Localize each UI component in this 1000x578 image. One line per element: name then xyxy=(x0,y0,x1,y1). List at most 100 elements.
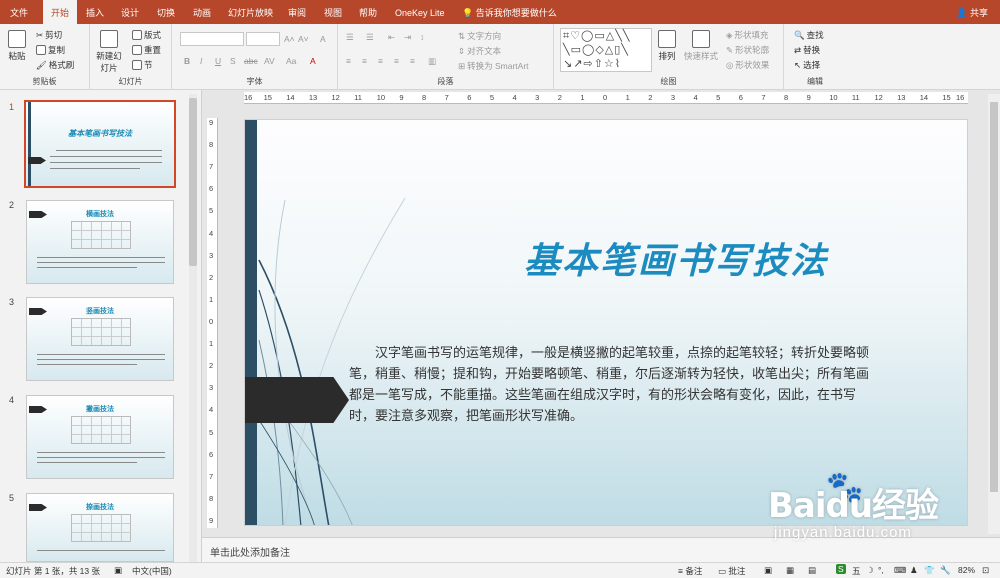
align-right-button[interactable]: ≡ xyxy=(378,56,383,66)
quick-styles-button[interactable]: 快速样式 xyxy=(684,30,718,62)
tab-transitions[interactable]: 切换 xyxy=(157,0,175,24)
paste-button[interactable]: 粘贴 xyxy=(8,30,26,62)
layout-button[interactable]: 版式 xyxy=(132,29,161,41)
strikethrough-button[interactable]: abc xyxy=(244,56,258,66)
tab-animations[interactable]: 动画 xyxy=(193,0,211,24)
slide-sorter-icon[interactable]: ▦ xyxy=(786,565,794,576)
clear-format-button[interactable]: A xyxy=(320,34,326,44)
cut-label: 剪切 xyxy=(45,30,63,40)
horizontal-ruler[interactable]: 16 15 14 13 12 11 10 9 8 7 6 5 4 3 2 1 0 1 2 3 4 5 6 7 8 9 10 11 12 1… xyxy=(244,92,968,104)
bullets-button[interactable]: ☰ xyxy=(346,32,354,43)
ruler-tick-label: 4 xyxy=(693,93,698,102)
brush-icon: 🖌 xyxy=(36,59,47,70)
keyboard-icon[interactable]: ⌨ xyxy=(894,565,906,576)
tab-insert[interactable]: 插入 xyxy=(86,0,104,24)
shirt-icon[interactable]: 👕 xyxy=(924,565,935,576)
slide-thumbnail-4[interactable]: 撇画技法 xyxy=(26,395,174,479)
select-button[interactable]: ↖ 选择 xyxy=(794,59,820,71)
shapes-gallery[interactable]: ⌗♡◯▭△╲╲ ╲▭◯◇△▯╲ ↘↗⇨⇧☆⌇ xyxy=(560,28,652,72)
align-text-button[interactable]: ⇕ 对齐文本 xyxy=(458,45,501,57)
bold-button[interactable]: B xyxy=(184,56,190,66)
align-left-button[interactable]: ≡ xyxy=(346,56,351,66)
slide-thumbnail-5[interactable]: 捺画技法 xyxy=(26,493,174,562)
reading-view-icon[interactable]: ▤ xyxy=(808,565,816,576)
decrease-indent-button[interactable]: ⇤ xyxy=(388,32,395,43)
language-indicator[interactable]: 中文(中国) xyxy=(132,565,172,577)
tell-me-search[interactable]: 💡 告诉我你想要做什么 xyxy=(462,0,557,24)
vertical-ruler[interactable]: 9 8 7 6 5 4 3 2 1 0 1 2 3 4 5 6 7 8 9 xyxy=(207,118,218,528)
ruler-tick-label: 4 xyxy=(209,228,214,238)
notes-btn-label: 备注 xyxy=(685,566,703,576)
comments-toggle-button[interactable]: ▭ 批注 xyxy=(718,565,745,577)
tab-slideshow[interactable]: 幻灯片放映 xyxy=(228,0,273,24)
user-icon[interactable]: ♟ xyxy=(910,565,918,576)
tab-onekey[interactable]: OneKey Lite xyxy=(395,0,445,24)
sogou-ime-icon[interactable]: S xyxy=(836,564,846,574)
moon-icon[interactable]: ☽ xyxy=(866,565,874,576)
increase-indent-button[interactable]: ⇥ xyxy=(404,32,411,43)
zoom-level[interactable]: 82% xyxy=(958,565,975,575)
tab-help[interactable]: 帮助 xyxy=(359,0,377,24)
tab-view[interactable]: 视图 xyxy=(324,0,342,24)
grow-font-button[interactable]: A˄ xyxy=(284,34,295,44)
tab-design[interactable]: 设计 xyxy=(121,0,139,24)
font-name-combo[interactable] xyxy=(180,32,244,46)
notes-pane[interactable]: 单击此处添加备注 xyxy=(202,537,1000,562)
slide-arrow-shape[interactable] xyxy=(245,377,349,423)
replace-button[interactable]: ⇄ 替换 xyxy=(794,44,820,56)
find-button[interactable]: 🔍 查找 xyxy=(794,29,824,41)
char-spacing-button[interactable]: AV xyxy=(264,56,275,66)
slide-thumbnail-2[interactable]: 横画技法 xyxy=(26,200,174,284)
tab-review[interactable]: 审阅 xyxy=(288,0,306,24)
italic-button[interactable]: I xyxy=(200,56,202,66)
copy-button[interactable]: 复制 xyxy=(36,44,65,56)
slide-body-text[interactable]: 汉字笔画书写的运笔规律，一般是横竖撇的起笔较重，点捺的起笔较轻；转折处要略顿笔，… xyxy=(349,343,869,427)
shape-fill-button[interactable]: ◈ 形状填充 xyxy=(726,29,769,41)
share-button[interactable]: 👤 共享 xyxy=(956,0,988,24)
punct-icon[interactable]: °, xyxy=(878,565,884,575)
slide-thumbnail-1[interactable]: 基本笔画书写技法 xyxy=(24,100,176,188)
arrange-button[interactable]: 排列 xyxy=(658,30,676,62)
underline-button[interactable]: U xyxy=(215,56,221,66)
line-spacing-button[interactable]: ↕ xyxy=(420,32,424,42)
ribbon: 粘贴 ✂ 剪切 复制 🖌 格式刷 剪贴板 新建幻灯片 版式 重置 节 幻灯片 A˄ … xyxy=(0,24,1000,90)
thumbnail-pane[interactable]: 1 基本笔画书写技法 2 横画技法 3 竖画技法 4 撇画技法 5 捺画技法 xyxy=(0,90,202,562)
reset-button[interactable]: 重置 xyxy=(132,44,161,56)
align-center-icon: ≡ xyxy=(362,56,367,66)
font-size-combo[interactable] xyxy=(246,32,280,46)
ruler-tick-label: 12 xyxy=(874,93,883,102)
shape-outline-button[interactable]: ✎ 形状轮廓 xyxy=(726,44,769,56)
fit-slide-icon[interactable]: ⊡ xyxy=(982,565,989,576)
reset-icon xyxy=(132,45,142,55)
tab-file[interactable]: 文件 xyxy=(10,0,28,24)
slide-thumbnail-3[interactable]: 竖画技法 xyxy=(26,297,174,381)
numbering-button[interactable]: ☰ xyxy=(366,32,374,43)
ruler-tick-label: 6 xyxy=(209,184,214,194)
new-slide-button[interactable]: 新建幻灯片 xyxy=(94,30,124,74)
columns-button[interactable]: ▥ xyxy=(428,56,436,67)
thumbnail-scrollbar-thumb[interactable] xyxy=(189,98,197,266)
align-center-button[interactable]: ≡ xyxy=(362,56,367,66)
slide-canvas[interactable]: 基本笔画书写技法 汉字笔画书写的运笔规律，一般是横竖撇的起笔较重，点捺的起笔较轻… xyxy=(244,119,968,526)
shape-outline-label: 形状轮廓 xyxy=(735,45,770,55)
slide-title[interactable]: 基本笔画书写技法 xyxy=(385,232,967,284)
shadow-button[interactable]: S xyxy=(230,56,236,66)
justify-button[interactable]: ≡ xyxy=(394,56,399,66)
slide-scrollbar-thumb[interactable] xyxy=(990,102,998,492)
spellcheck-icon[interactable]: ▣ xyxy=(114,565,122,576)
text-direction-button[interactable]: ⇅ 文字方向 xyxy=(458,30,501,42)
smartart-button[interactable]: ⊞ 转换为 SmartArt xyxy=(458,60,529,72)
font-color-button[interactable]: A xyxy=(310,56,316,66)
wrench-icon[interactable]: 🔧 xyxy=(940,565,951,576)
tab-home[interactable]: 开始 xyxy=(43,0,78,24)
notes-toggle-button[interactable]: ≡ 备注 xyxy=(678,565,702,577)
ime-mode[interactable]: 五 xyxy=(852,565,861,577)
change-case-button[interactable]: Aa xyxy=(286,56,296,66)
distribute-button[interactable]: ≡ xyxy=(410,56,415,66)
shrink-font-button[interactable]: A˅ xyxy=(298,34,309,44)
format-painter-button[interactable]: 🖌 格式刷 xyxy=(36,59,74,71)
shape-effects-button[interactable]: ◎ 形状效果 xyxy=(726,59,769,71)
cut-button[interactable]: ✂ 剪切 xyxy=(36,29,62,41)
section-button[interactable]: 节 xyxy=(132,59,153,71)
normal-view-icon[interactable]: ▣ xyxy=(764,565,772,576)
